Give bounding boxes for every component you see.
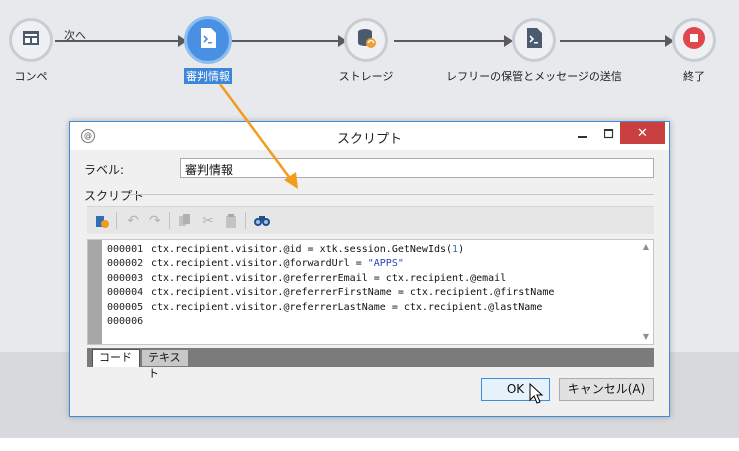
mouse-cursor-icon <box>529 383 544 404</box>
annotation-arrow <box>218 83 298 189</box>
